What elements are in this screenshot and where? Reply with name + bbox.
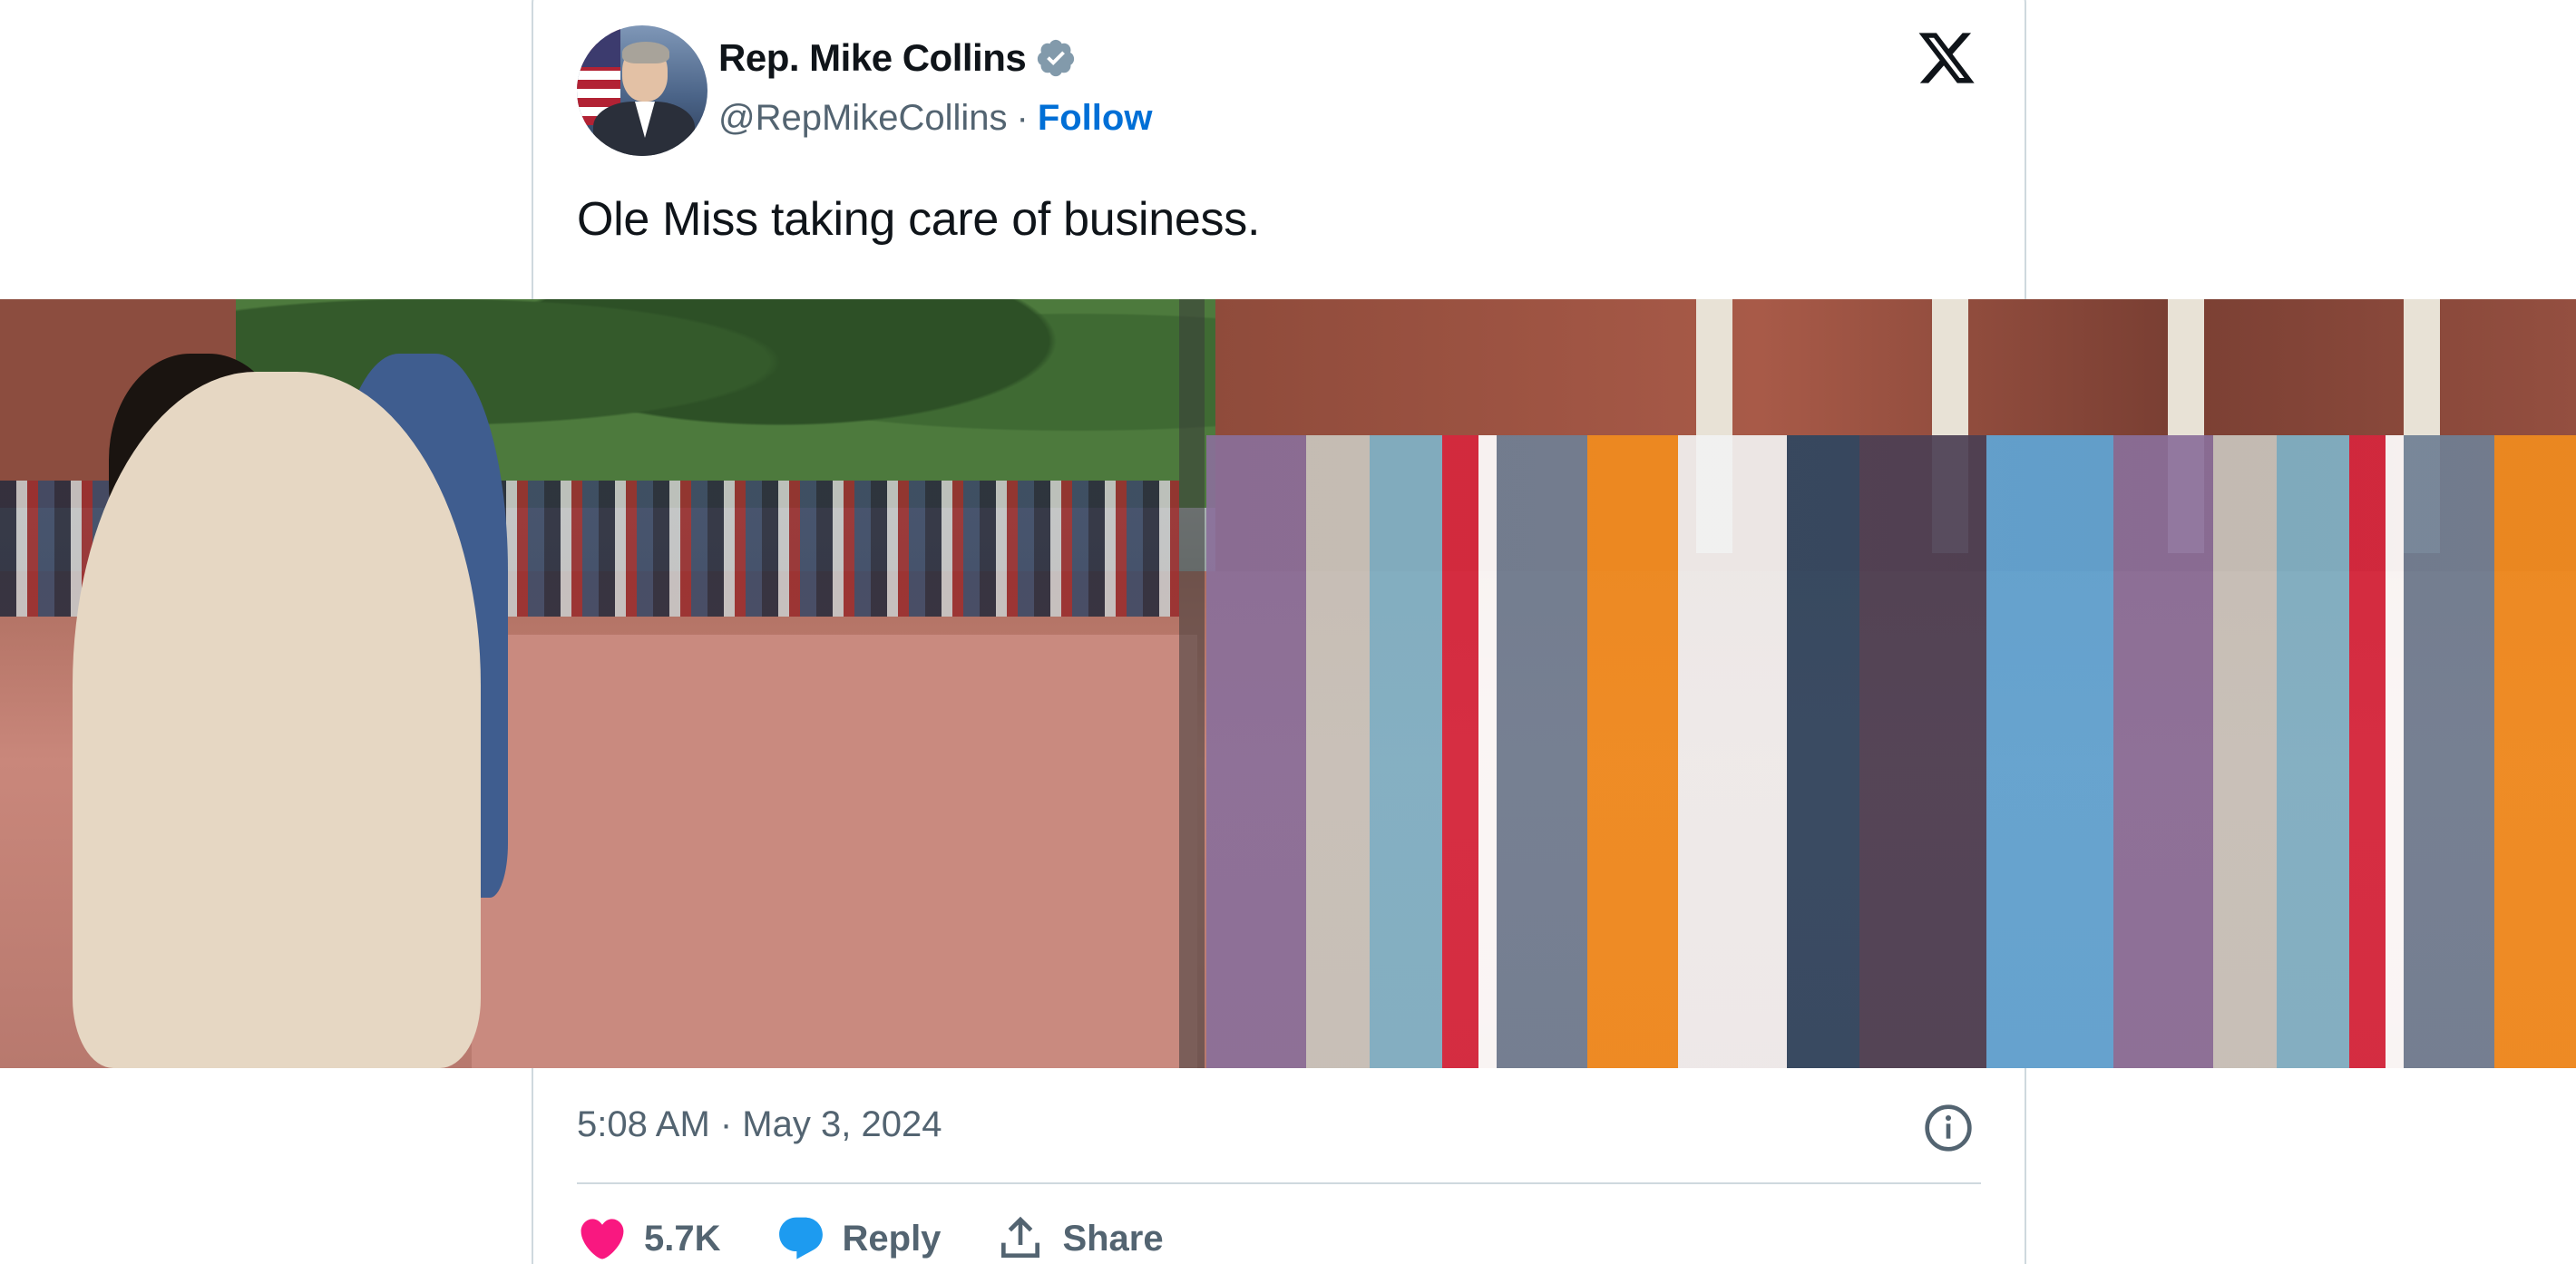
share-button[interactable]: Share xyxy=(995,1213,1164,1264)
author-name-row: Rep. Mike Collins xyxy=(718,36,1077,80)
media-brick-plaza xyxy=(472,635,1197,1068)
tweet-text: Ole Miss taking care of business. xyxy=(577,193,1261,246)
media-woman xyxy=(73,372,481,1068)
tweet-actions: 5.7K Reply Share xyxy=(577,1213,1218,1264)
info-icon[interactable] xyxy=(1923,1103,1974,1153)
media-foreground-crowd xyxy=(1206,435,2576,1068)
verified-badge-icon xyxy=(1038,39,1075,77)
heart-icon xyxy=(581,1219,624,1259)
share-label: Share xyxy=(1062,1218,1164,1259)
like-button[interactable]: 5.7K xyxy=(577,1213,721,1264)
share-icon xyxy=(1001,1216,1040,1258)
like-count: 5.7K xyxy=(644,1218,721,1259)
author-handle-row: @RepMikeCollins · Follow xyxy=(718,98,1152,139)
x-logo-icon[interactable] xyxy=(1914,27,1979,89)
reply-label: Reply xyxy=(842,1218,942,1259)
tweet-video-media[interactable] xyxy=(0,299,2576,1068)
follow-button[interactable]: Follow xyxy=(1038,98,1153,139)
tweet-timestamp[interactable]: 5:08 AM · May 3, 2024 xyxy=(577,1104,942,1145)
media-frame-divider xyxy=(1179,299,1205,1068)
footer-divider xyxy=(577,1182,1981,1184)
dot-separator: · xyxy=(1016,98,1029,138)
author-handle[interactable]: @RepMikeCollins xyxy=(718,98,1007,139)
avatar-hair xyxy=(622,42,669,63)
reply-bubble-icon xyxy=(778,1217,823,1259)
avatar[interactable] xyxy=(577,25,707,156)
author-display-name[interactable]: Rep. Mike Collins xyxy=(718,36,1027,80)
embedded-tweet-page: Rep. Mike Collins @RepMikeCollins · Foll… xyxy=(0,0,2576,1264)
reply-button[interactable]: Reply xyxy=(776,1213,942,1264)
